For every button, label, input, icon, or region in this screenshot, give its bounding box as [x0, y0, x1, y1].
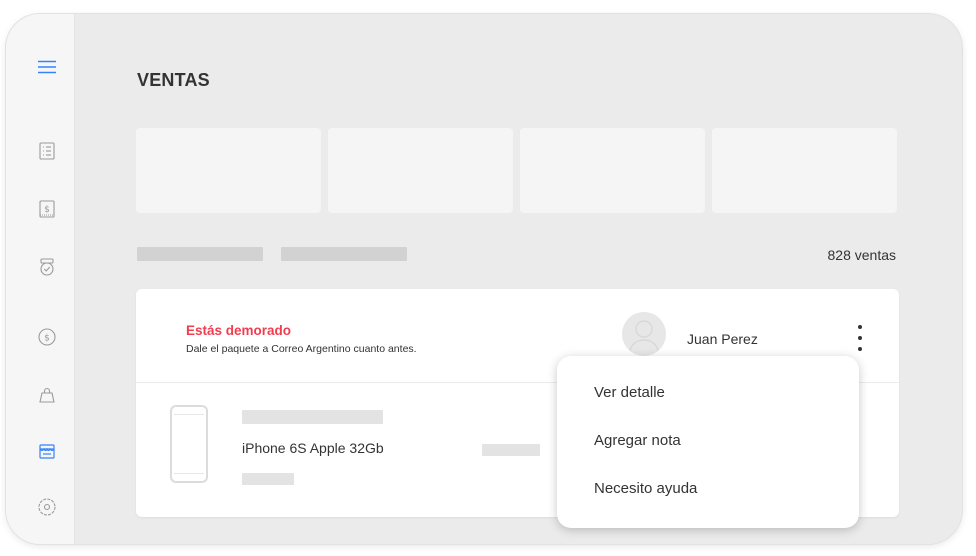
filter-placeholder — [137, 247, 263, 261]
status-title: Estás demorado — [186, 323, 292, 338]
settings-circle-icon[interactable] — [36, 496, 58, 518]
more-options-icon[interactable] — [854, 325, 866, 351]
menu-icon[interactable] — [36, 56, 58, 78]
shopping-bag-icon[interactable] — [36, 384, 58, 406]
context-menu: Ver detalle Agregar nota Necesito ayuda — [557, 356, 859, 528]
text-placeholder — [482, 444, 540, 456]
menu-item-ver-detalle[interactable]: Ver detalle — [594, 384, 665, 401]
filter-placeholder — [281, 247, 407, 261]
page-title: VENTAS — [137, 70, 210, 90]
status-message: Dale el paquete a Correo Argentino cuant… — [186, 343, 417, 355]
store-icon[interactable] — [36, 440, 58, 462]
kpi-card-placeholder — [712, 128, 897, 213]
sales-count: 828 ventas — [827, 247, 897, 263]
kpi-card-placeholder — [136, 128, 321, 213]
menu-item-agregar-nota[interactable]: Agregar nota — [594, 432, 681, 449]
kpi-card-placeholder — [328, 128, 513, 213]
text-placeholder — [242, 410, 383, 424]
menu-item-necesito-ayuda[interactable]: Necesito ayuda — [594, 480, 697, 497]
coin-dollar-icon[interactable]: $ — [36, 326, 58, 348]
product-thumbnail — [170, 405, 208, 483]
buyer-name[interactable]: Juan Perez — [687, 331, 758, 347]
svg-text:$: $ — [44, 205, 50, 215]
text-placeholder — [242, 473, 294, 485]
badge-check-icon[interactable] — [36, 256, 58, 278]
product-name[interactable]: iPhone 6S Apple 32Gb — [242, 440, 384, 456]
sidebar: $ $ — [6, 14, 75, 544]
svg-text:$: $ — [44, 334, 50, 344]
user-icon — [629, 320, 659, 353]
avatar — [622, 312, 666, 356]
invoice-dollar-icon[interactable]: $ — [36, 198, 58, 220]
kpi-card-placeholder — [520, 128, 705, 213]
list-icon[interactable] — [36, 140, 58, 162]
